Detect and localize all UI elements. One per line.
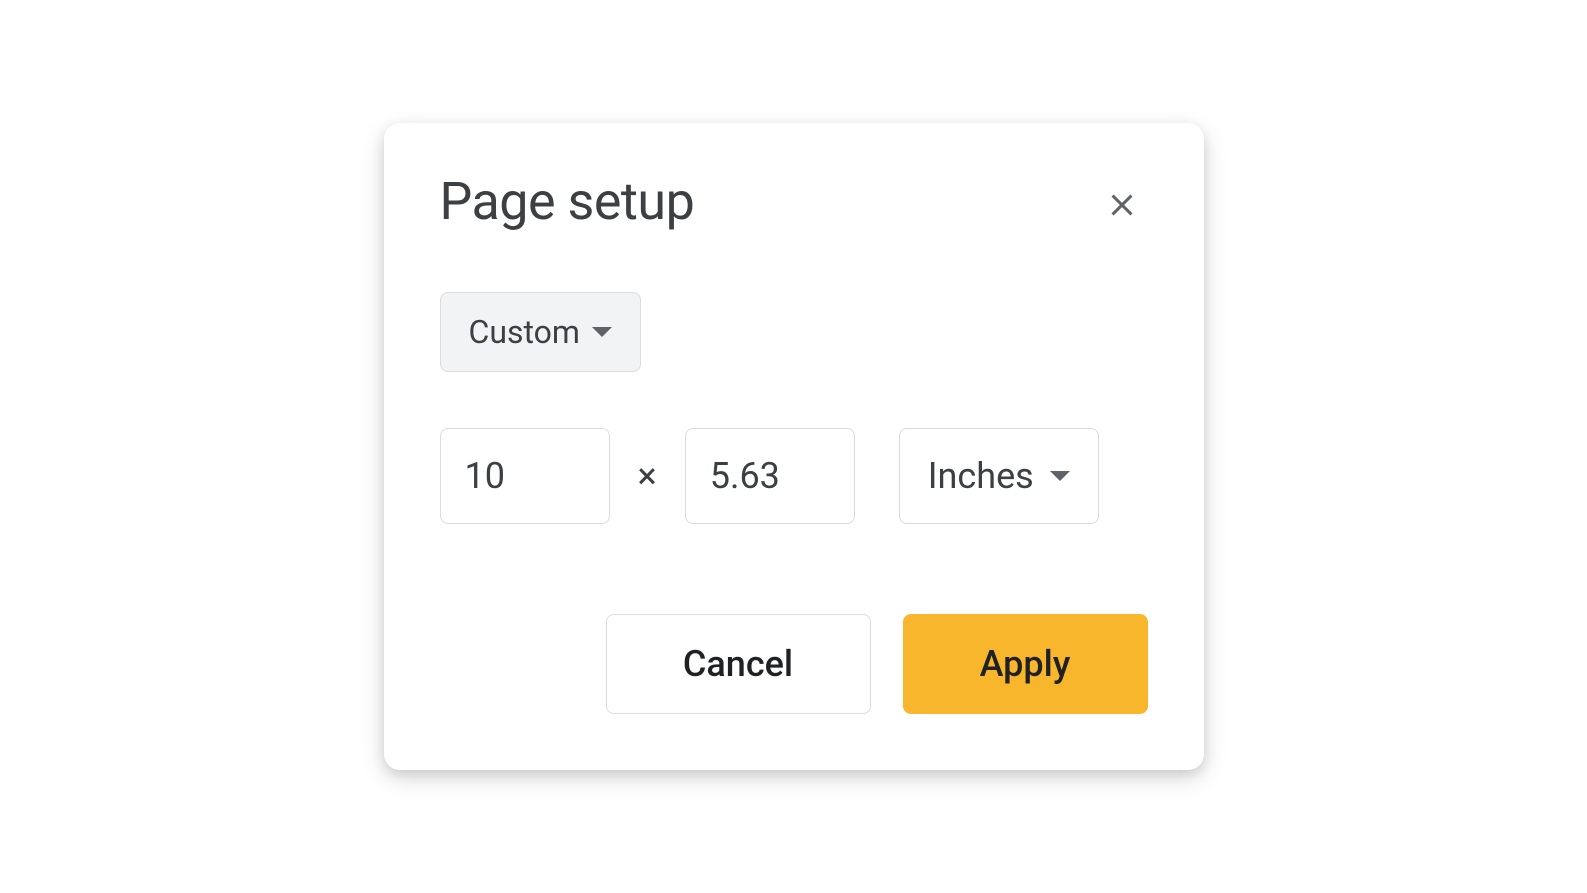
height-input[interactable] — [685, 428, 855, 524]
close-button[interactable] — [1096, 179, 1148, 231]
dialog-header: Page setup — [440, 171, 1148, 232]
close-icon — [1104, 187, 1140, 223]
times-symbol: × — [638, 455, 657, 497]
page-setup-dialog: Page setup Custom × Inches Cancel Apply — [384, 123, 1204, 770]
page-preset-dropdown[interactable]: Custom — [440, 292, 641, 372]
caret-down-icon — [1050, 471, 1070, 481]
button-row: Cancel Apply — [440, 614, 1148, 714]
cancel-button[interactable]: Cancel — [606, 614, 871, 714]
dimensions-row: × Inches — [440, 428, 1148, 524]
width-input[interactable] — [440, 428, 610, 524]
units-selected-label: Inches — [928, 455, 1034, 497]
dialog-title: Page setup — [440, 171, 695, 232]
apply-button[interactable]: Apply — [903, 614, 1148, 714]
preset-selected-label: Custom — [469, 313, 580, 351]
caret-down-icon — [592, 327, 612, 337]
units-dropdown[interactable]: Inches — [899, 428, 1099, 524]
